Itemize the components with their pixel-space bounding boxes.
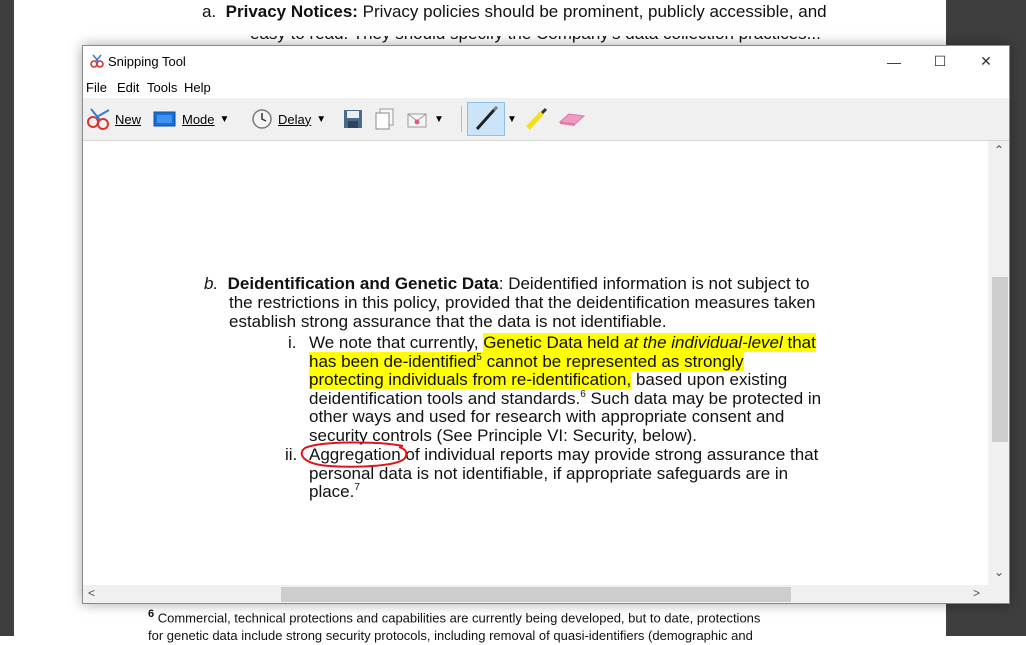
mode-dropdown-arrow-icon: ▼ bbox=[219, 113, 230, 125]
close-button[interactable]: ✕ bbox=[963, 46, 1009, 77]
send-dropdown-arrow-icon: ▼ bbox=[434, 113, 444, 125]
copy-button[interactable] bbox=[375, 107, 395, 131]
scroll-down-icon[interactable]: ⌄ bbox=[994, 565, 1004, 579]
horizontal-scroll-thumb[interactable] bbox=[281, 587, 791, 602]
pen-dropdown-button[interactable]: ▼ bbox=[507, 107, 517, 131]
minimize-button[interactable]: — bbox=[871, 46, 917, 77]
menu-tools[interactable]: Tools bbox=[147, 80, 177, 95]
item-i-line5: other ways and used for research with ap… bbox=[309, 407, 785, 426]
mode-rectangle-icon bbox=[153, 111, 176, 127]
background-doc-top-line: a. Privacy Notices: Privacy policies sho… bbox=[202, 2, 827, 21]
background-dark-left bbox=[0, 0, 14, 636]
highlighter-icon bbox=[526, 107, 548, 130]
item-ii-line2: personal data is not identifiable, if ap… bbox=[309, 464, 789, 483]
item-b-line3: establish strong assurance that the data… bbox=[229, 312, 667, 331]
background-doc-footnote: 6 Commercial, technical protections and … bbox=[148, 608, 761, 644]
toolbar: New Mode ▼ Delay ▼ ▼ ▼ bbox=[83, 98, 1009, 141]
save-disk-icon bbox=[344, 110, 362, 128]
new-scissors-icon bbox=[87, 108, 110, 130]
toolbar-separator bbox=[461, 106, 462, 132]
clock-icon bbox=[252, 109, 272, 129]
horizontal-scrollbar[interactable]: < > bbox=[83, 585, 988, 603]
snip-canvas[interactable]: b. Deidentification and Genetic Data: De… bbox=[83, 141, 988, 585]
menu-file[interactable]: File bbox=[86, 80, 107, 95]
send-snip-button[interactable]: ▼ bbox=[407, 107, 444, 131]
item-ii-marker: ii. bbox=[285, 445, 298, 464]
item-i-line2: has been de-identified5 cannot be repres… bbox=[309, 352, 744, 371]
new-label: New bbox=[115, 111, 142, 127]
vertical-scrollbar[interactable]: ⌃ ⌄ bbox=[988, 141, 1009, 585]
pen-button-active[interactable] bbox=[467, 102, 505, 136]
pen-icon bbox=[475, 105, 499, 131]
delay-dropdown-arrow-icon: ▼ bbox=[316, 113, 327, 125]
title-bar[interactable]: Snipping Tool — ☐ ✕ bbox=[83, 46, 1009, 77]
vertical-scroll-thumb[interactable] bbox=[992, 277, 1008, 442]
scroll-up-icon[interactable]: ⌃ bbox=[994, 143, 1004, 157]
menu-bar: File Edit Tools Help bbox=[83, 77, 1009, 97]
save-button[interactable] bbox=[343, 107, 363, 131]
envelope-icon bbox=[407, 113, 427, 128]
item-i-marker: i. bbox=[288, 333, 297, 352]
pen-dropdown-arrow-icon: ▼ bbox=[507, 113, 517, 125]
resize-grip[interactable] bbox=[988, 585, 1009, 603]
copy-icon bbox=[375, 108, 394, 130]
menu-edit[interactable]: Edit bbox=[117, 80, 139, 95]
scroll-left-icon[interactable]: < bbox=[88, 586, 95, 600]
maximize-button[interactable]: ☐ bbox=[917, 46, 963, 77]
mode-button[interactable]: Mode ▼ bbox=[153, 107, 229, 131]
new-snip-button[interactable]: New bbox=[85, 107, 141, 131]
item-i-line1: We note that currently, Genetic Data hel… bbox=[309, 333, 816, 352]
scroll-right-icon[interactable]: > bbox=[973, 586, 980, 600]
item-i-line4: deidentification tools and standards.6 S… bbox=[309, 389, 822, 408]
item-b-line2: the restrictions in this policy, provide… bbox=[229, 293, 816, 312]
scissors-app-icon bbox=[90, 54, 104, 68]
window-title: Snipping Tool bbox=[108, 54, 186, 69]
eraser-icon bbox=[558, 113, 586, 126]
item-i-line3: protecting individuals from re-identific… bbox=[309, 370, 788, 389]
snipping-tool-window: Snipping Tool — ☐ ✕ File Edit Tools Help… bbox=[82, 45, 1010, 604]
delay-label: Delay bbox=[278, 111, 312, 127]
menu-help[interactable]: Help bbox=[184, 80, 211, 95]
delay-button[interactable]: Delay ▼ bbox=[251, 107, 326, 131]
item-ii-line3: place.7 bbox=[309, 482, 360, 501]
mode-label: Mode bbox=[182, 111, 215, 127]
highlighter-button[interactable] bbox=[523, 107, 549, 131]
item-b-line1: b. Deidentification and Genetic Data: De… bbox=[204, 274, 810, 293]
eraser-button[interactable] bbox=[557, 107, 587, 131]
